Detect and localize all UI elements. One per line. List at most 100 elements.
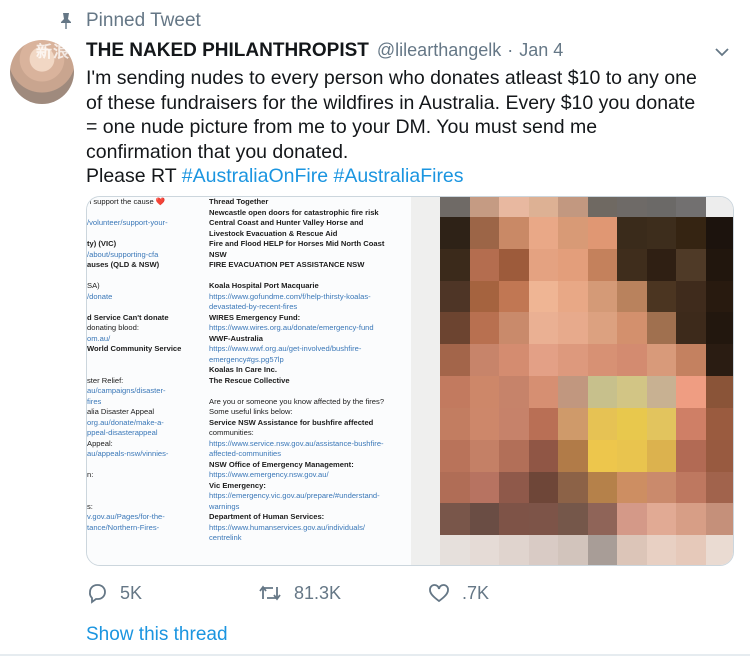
- mosaic-cell: [528, 216, 559, 249]
- screenshot-text-row: [87, 491, 205, 502]
- tweet-line: = one nude picture from me to your DM. Y…: [86, 116, 598, 138]
- screenshot-text-row: d Service Can't donate: [87, 312, 169, 322]
- screenshot-text-row: Service NSW Assistance for bushfire affe…: [209, 417, 374, 427]
- pixelated-grid: [411, 197, 733, 565]
- mosaic-cell: [499, 535, 529, 565]
- tweet-date[interactable]: Jan 4: [519, 40, 563, 61]
- mosaic-cell: [617, 197, 647, 217]
- mosaic-cell: [705, 312, 733, 345]
- mosaic-cell: [469, 216, 500, 249]
- mosaic-cell: [528, 280, 559, 313]
- mosaic-cell: [705, 503, 733, 536]
- mosaic-cell: [411, 503, 441, 536]
- mosaic-cell: [528, 344, 559, 376]
- mosaic-cell: [528, 312, 559, 345]
- screenshot-text-row: Koala Hospital Port Macquarie: [209, 281, 319, 290]
- mosaic-cell: [469, 376, 500, 408]
- mosaic-cell: [469, 407, 500, 440]
- reply-button[interactable]: 5K: [86, 578, 142, 608]
- mosaic-cell: [705, 376, 733, 408]
- mosaic-cell: [676, 216, 706, 249]
- tweet-text: I'm sending nudes to every person who do…: [86, 66, 736, 189]
- mosaic-cell: [646, 216, 677, 249]
- author-handle[interactable]: @lilearthangelk: [377, 40, 501, 61]
- screenshot-text-row: WIRES Emergency Fund:: [209, 312, 301, 322]
- mosaic-cell: [617, 535, 647, 565]
- screenshot-text-row: [87, 460, 205, 471]
- mosaic-cell: [587, 312, 618, 345]
- screenshot-text-row: https://www.humanservices.gov.au/individ…: [209, 522, 366, 532]
- mosaic-cell: [558, 248, 588, 281]
- mosaic-cell: [528, 503, 559, 536]
- chevron-down-icon[interactable]: [714, 46, 730, 58]
- screenshot-text-row: /about/supporting-cfa: [87, 249, 159, 259]
- mosaic-cell: [528, 407, 559, 440]
- like-button[interactable]: .7K: [428, 578, 489, 608]
- screenshot-text-row: Koalas In Care Inc.: [209, 365, 277, 374]
- mosaic-cell: [587, 503, 618, 536]
- mosaic-cell: [440, 280, 470, 313]
- screenshot-text-row: [87, 229, 205, 240]
- media-screenshot-image[interactable]: n support the cause ❤️ /volunteer/support…: [87, 197, 411, 565]
- mosaic-cell: [469, 344, 500, 376]
- like-count: .7K: [462, 582, 490, 603]
- mosaic-cell: [587, 280, 618, 313]
- screenshot-text-row: tance/Northern-Fires-: [87, 522, 160, 532]
- screenshot-text-row: Central Coast and Hunter Valley Horse an…: [209, 218, 364, 227]
- tweet-actions: 5K 81.3K .7K: [86, 578, 706, 608]
- screenshot-text-row: emergency#gs.pg57lp: [209, 354, 284, 364]
- screenshot-text-row: warnings: [209, 501, 240, 511]
- screenshot-text-row: [87, 271, 205, 282]
- retweet-button[interactable]: 81.3K: [258, 578, 341, 608]
- mosaic-cell: [558, 376, 588, 408]
- screenshot-text-row: https://www.emergency.nsw.gov.au/: [209, 470, 329, 479]
- hashtag-link[interactable]: #AustraliaOnFire: [182, 165, 328, 187]
- mosaic-cell: [558, 312, 588, 345]
- hashtag-link[interactable]: #AustraliaFires: [333, 165, 463, 187]
- mosaic-cell: [558, 280, 588, 313]
- mosaic-cell: [705, 197, 733, 217]
- screenshot-text-row: /volunteer/support-your-: [87, 218, 168, 227]
- mosaic-cell: [617, 407, 647, 440]
- mosaic-cell: [499, 439, 529, 472]
- mosaic-cell: [676, 344, 706, 376]
- mosaic-cell: [705, 471, 733, 504]
- screenshot-text-row: ppeal-disasterappeal: [87, 428, 158, 437]
- mosaic-cell: [587, 535, 618, 565]
- mosaic-cell: [528, 197, 559, 217]
- mosaic-cell: [676, 471, 706, 504]
- mosaic-cell: [705, 344, 733, 376]
- author-display-name[interactable]: THE NAKED PHILANTHROPIST: [86, 40, 369, 62]
- screenshot-text-row: Appeal:: [87, 438, 113, 448]
- screenshot-text-row: https://emergency.vic.gov.au/prepare/#un…: [209, 491, 380, 500]
- mosaic-cell: [558, 216, 588, 249]
- mosaic-cell: [676, 376, 706, 408]
- screenshot-text-row: s:: [87, 501, 93, 511]
- screenshot-text-row: ster Relief:: [87, 375, 124, 385]
- mosaic-cell: [440, 535, 470, 565]
- mosaic-cell: [646, 407, 677, 440]
- mosaic-cell: [528, 248, 559, 281]
- mosaic-cell: [587, 216, 618, 249]
- mosaic-cell: [411, 216, 441, 249]
- pin-icon: [61, 13, 71, 29]
- screenshot-text-row: Vic Emergency:: [209, 480, 266, 490]
- mosaic-cell: [469, 439, 500, 472]
- tweet-header: THE NAKED PHILANTHROPIST @lilearthangelk…: [86, 40, 563, 64]
- mosaic-cell: [558, 503, 588, 536]
- show-thread-link[interactable]: Show this thread: [86, 624, 228, 646]
- mosaic-cell: [646, 280, 677, 313]
- screenshot-text-row: ty) (VIC): [87, 239, 117, 248]
- tweet-media[interactable]: n support the cause ❤️ /volunteer/support…: [86, 196, 734, 566]
- mosaic-cell: [617, 503, 647, 536]
- mosaic-cell: [499, 280, 529, 313]
- mosaic-cell: [440, 407, 470, 440]
- screenshot-text-row: affected-communities: [209, 449, 282, 458]
- mosaic-cell: [440, 344, 470, 376]
- screenshot-text-row: World Community Service: [87, 344, 182, 353]
- mosaic-cell: [676, 439, 706, 472]
- mosaic-cell: [558, 471, 588, 504]
- reply-icon: [89, 584, 106, 604]
- media-pixelated-image[interactable]: [411, 197, 733, 565]
- mosaic-cell: [499, 248, 529, 281]
